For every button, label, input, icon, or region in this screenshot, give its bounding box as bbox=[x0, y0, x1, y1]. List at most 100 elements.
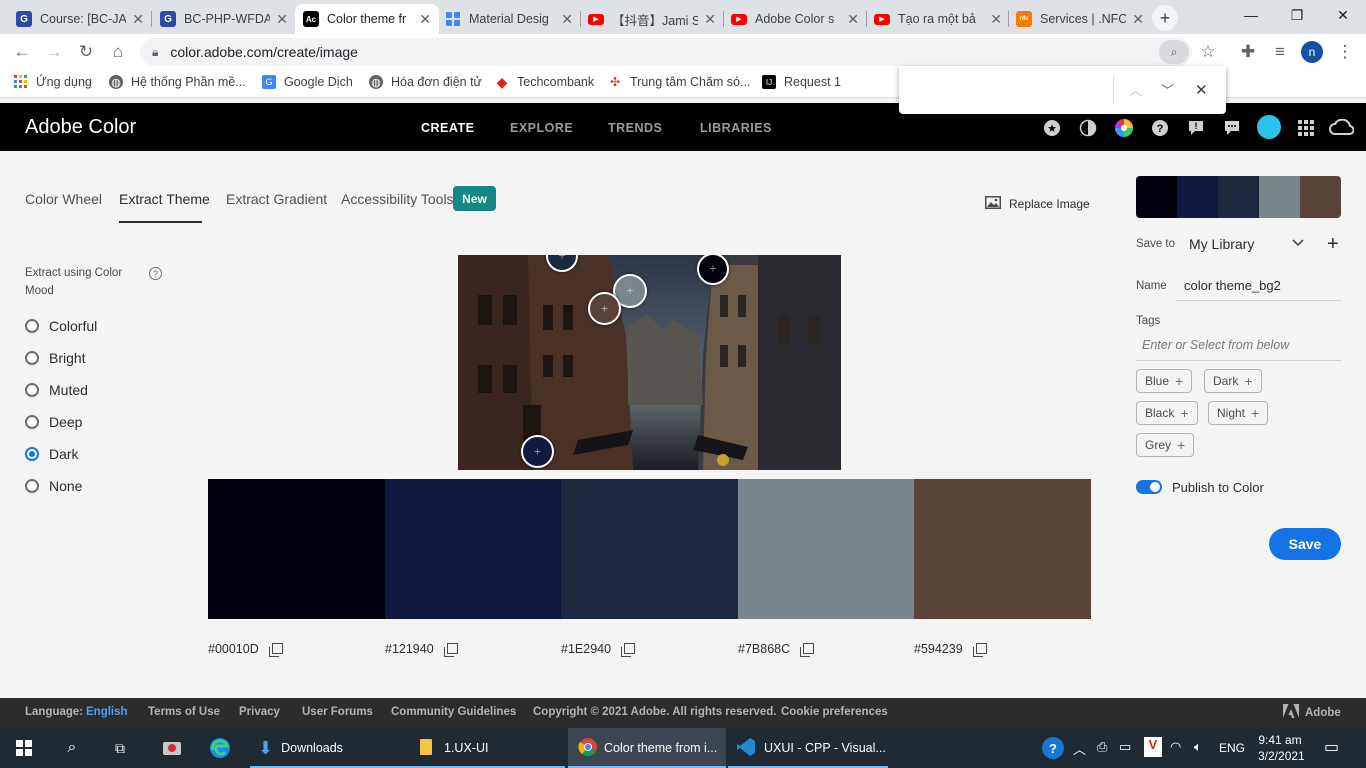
taskbar-downloads[interactable]: ⬇ Downloads bbox=[250, 728, 410, 768]
bookmark-item[interactable]: IJ Request 1 bbox=[762, 75, 841, 89]
theme-name-input[interactable]: color theme_bg2 bbox=[1184, 278, 1281, 293]
privacy-link[interactable]: Privacy bbox=[239, 706, 280, 718]
volume-icon[interactable]: 🔈︎ bbox=[1194, 739, 1202, 755]
hex-text[interactable]: #7B868C bbox=[738, 642, 790, 656]
bookmark-item[interactable]: ◍ Hóa đơn điện tử bbox=[369, 75, 482, 89]
extensions-icon[interactable]: ✚ bbox=[1236, 40, 1260, 64]
close-tab-icon[interactable]: ✕ bbox=[561, 11, 573, 28]
profile-avatar[interactable]: n bbox=[1301, 41, 1323, 63]
help-icon[interactable]: ? bbox=[149, 267, 162, 280]
color-swatch[interactable] bbox=[208, 479, 385, 619]
notifications-icon[interactable]: ▭ bbox=[1324, 737, 1339, 757]
edge-icon[interactable] bbox=[196, 728, 244, 768]
tab-extract-theme[interactable]: Extract Theme bbox=[119, 191, 210, 207]
save-button[interactable]: Save bbox=[1269, 528, 1341, 560]
hex-text[interactable]: #1E2940 bbox=[561, 642, 611, 656]
browser-tab[interactable]: G Course: [BC-JA ✕ bbox=[8, 4, 152, 34]
mood-colorful[interactable]: Colorful bbox=[25, 318, 97, 334]
add-library-icon[interactable]: + bbox=[1327, 233, 1339, 256]
restore-icon[interactable]: ❐ bbox=[1274, 0, 1320, 30]
copy-icon[interactable] bbox=[972, 642, 987, 657]
adobe-footer-logo[interactable]: Adobe bbox=[1283, 704, 1341, 721]
home-icon[interactable]: ⌂ bbox=[106, 40, 130, 64]
help-tray-icon[interactable]: ? bbox=[1042, 737, 1064, 759]
clock[interactable]: 9:41 am 3/2/2021 bbox=[1258, 732, 1305, 764]
search-icon[interactable]: ⌕ bbox=[48, 728, 96, 768]
bookmark-item[interactable]: ◍ Hệ thống Phần mề... bbox=[109, 75, 246, 89]
contrast-icon[interactable] bbox=[1078, 118, 1098, 138]
chat-icon[interactable] bbox=[1222, 118, 1242, 138]
tab-color-wheel[interactable]: Color Wheel bbox=[25, 191, 102, 207]
browser-tab[interactable]: ▶ 【抖音】Jami So ✕ bbox=[580, 4, 724, 34]
tag-night[interactable]: Night + bbox=[1208, 401, 1269, 425]
find-input[interactable] bbox=[909, 76, 1109, 104]
tag-blue[interactable]: Blue + bbox=[1136, 369, 1193, 393]
nav-create[interactable]: CREATE bbox=[421, 121, 474, 135]
address-bar[interactable]: 🔒︎ color.adobe.com/create/image ⌕ bbox=[140, 38, 1192, 66]
mood-none[interactable]: None bbox=[25, 478, 82, 494]
close-tab-icon[interactable]: ✕ bbox=[276, 11, 288, 28]
bookmark-item[interactable]: ◆ Techcombank bbox=[495, 74, 595, 90]
taskbar-vscode[interactable]: UXUI - CPP - Visual... bbox=[728, 728, 888, 768]
browser-tab[interactable]: nfc Services | .NFC ✕ bbox=[1008, 4, 1152, 34]
hex-text[interactable]: #121940 bbox=[385, 642, 434, 656]
nav-trends[interactable]: TRENDS bbox=[608, 121, 662, 135]
browser-tab[interactable]: Material Desig ✕ bbox=[437, 4, 581, 34]
hex-text[interactable]: #594239 bbox=[914, 642, 963, 656]
replace-image-button[interactable]: Replace Image bbox=[985, 196, 1090, 212]
close-tab-icon[interactable]: ✕ bbox=[990, 11, 1002, 28]
media-queue-icon[interactable]: ≡ bbox=[1268, 40, 1292, 64]
window-close-icon[interactable]: ✕ bbox=[1320, 0, 1366, 30]
star-icon[interactable]: ★ bbox=[1042, 118, 1062, 138]
chrome-menu-icon[interactable]: ⋮ bbox=[1333, 40, 1357, 64]
find-next-icon[interactable]: ﹀ bbox=[1161, 80, 1174, 99]
tab-accessibility-tools[interactable]: Accessibility Tools bbox=[341, 191, 454, 207]
bookmark-apps[interactable]: Ứng dụng bbox=[14, 75, 92, 89]
tags-input[interactable]: Enter or Select from below bbox=[1142, 338, 1289, 352]
close-tab-icon[interactable]: ✕ bbox=[419, 11, 431, 28]
taskbar-chrome[interactable]: Color theme from i... bbox=[568, 728, 726, 768]
browser-tab-active[interactable]: Ac Color theme fr ✕ bbox=[295, 4, 439, 34]
language-link[interactable]: English bbox=[86, 706, 128, 718]
battery-icon[interactable]: ▭ bbox=[1119, 739, 1131, 755]
browser-tab[interactable]: G BC-PHP-WFDA ✕ bbox=[152, 4, 296, 34]
mood-deep[interactable]: Deep bbox=[25, 414, 82, 430]
close-tab-icon[interactable]: ✕ bbox=[1132, 11, 1144, 28]
close-tab-icon[interactable]: ✕ bbox=[132, 11, 144, 28]
input-language[interactable]: ENG bbox=[1219, 741, 1245, 755]
color-swatch[interactable] bbox=[385, 479, 561, 619]
wifi-icon[interactable]: ◠ bbox=[1170, 739, 1181, 755]
find-close-icon[interactable]: ✕ bbox=[1195, 81, 1208, 99]
color-swatch[interactable] bbox=[738, 479, 914, 619]
forward-icon[interactable]: → bbox=[42, 40, 66, 64]
task-view-icon[interactable]: ⧉ bbox=[96, 728, 144, 768]
find-previous-icon[interactable]: ︿ bbox=[1129, 80, 1142, 99]
find-in-page-icon[interactable]: ⌕ bbox=[1159, 40, 1189, 64]
new-tab-button[interactable]: + bbox=[1152, 5, 1178, 31]
copy-icon[interactable] bbox=[443, 642, 458, 657]
adobe-color-logo[interactable]: Adobe Color bbox=[25, 116, 136, 139]
publish-toggle[interactable] bbox=[1136, 480, 1162, 494]
copy-icon[interactable] bbox=[268, 642, 283, 657]
user-avatar[interactable] bbox=[1257, 115, 1281, 139]
taskbar-folder[interactable]: 1.UX-UI bbox=[410, 728, 565, 768]
terms-link[interactable]: Terms of Use bbox=[148, 706, 220, 718]
tray-chevron-up-icon[interactable]: ︿ bbox=[1073, 739, 1086, 758]
library-dropdown[interactable]: My Library bbox=[1189, 236, 1304, 252]
close-tab-icon[interactable]: ✕ bbox=[847, 11, 859, 28]
mood-dark[interactable]: Dark bbox=[25, 446, 79, 462]
cookie-preferences-link[interactable]: Cookie preferences bbox=[781, 706, 888, 718]
nav-libraries[interactable]: LIBRARIES bbox=[700, 121, 772, 135]
tag-grey[interactable]: Grey + bbox=[1136, 433, 1195, 457]
tag-black[interactable]: Black + bbox=[1136, 401, 1198, 425]
bookmark-star-icon[interactable]: ☆ bbox=[1196, 40, 1220, 64]
nav-explore[interactable]: EXPLORE bbox=[510, 121, 573, 135]
tag-dark[interactable]: Dark + bbox=[1204, 369, 1262, 393]
close-tab-icon[interactable]: ✕ bbox=[704, 11, 716, 28]
reload-icon[interactable]: ↻ bbox=[74, 40, 98, 64]
feedback-alert-icon[interactable]: ! bbox=[1186, 118, 1206, 138]
hex-text[interactable]: #00010D bbox=[208, 642, 259, 656]
creative-cloud-icon[interactable] bbox=[1328, 118, 1354, 138]
copy-icon[interactable] bbox=[800, 642, 815, 657]
color-swatch[interactable] bbox=[914, 479, 1091, 619]
